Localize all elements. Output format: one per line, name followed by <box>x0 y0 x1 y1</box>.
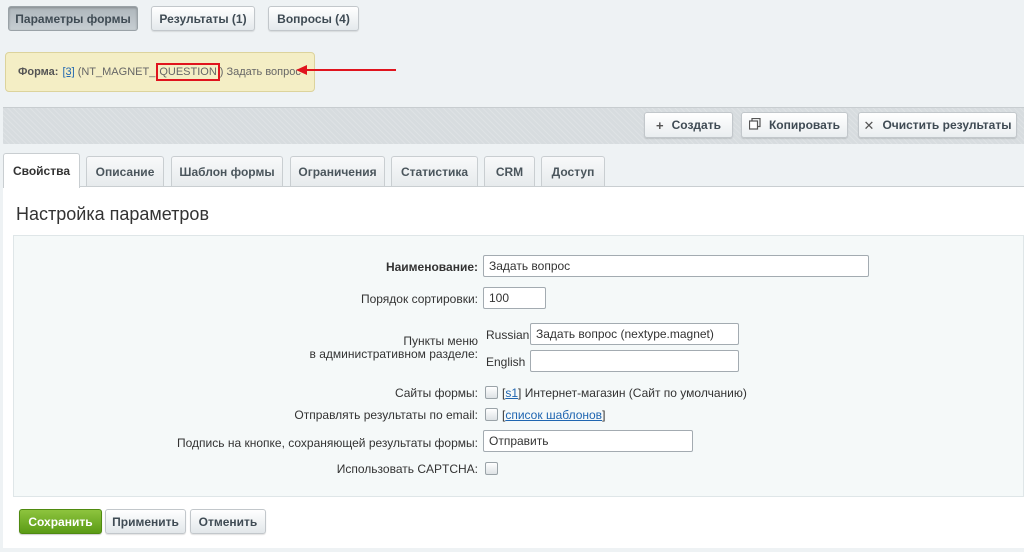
create-label: Создать <box>671 118 721 132</box>
menu-label-line1: Пункты меню <box>403 334 478 348</box>
sort-label: Порядок сортировки: <box>360 292 478 306</box>
copy-button[interactable]: Копировать <box>741 112 848 138</box>
tab-questions[interactable]: Вопросы (4) <box>268 6 359 31</box>
copy-label: Копировать <box>768 118 841 132</box>
menu-english-input[interactable] <box>530 350 739 372</box>
sort-input[interactable]: 100 <box>483 287 546 309</box>
sites-label: Сайты формы: <box>394 386 478 400</box>
tab-statistics[interactable]: Статистика <box>391 156 478 187</box>
lang-english-label: English <box>486 355 526 369</box>
name-input[interactable]: Задать вопрос <box>483 255 869 277</box>
tab-form-template[interactable]: Шаблон формы <box>171 156 283 187</box>
button-caption-label: Подпись на кнопке, сохраняющей результат… <box>177 436 478 450</box>
email-checkbox[interactable] <box>485 408 498 421</box>
close-icon: ✕ <box>863 117 875 133</box>
copy-icon <box>748 117 761 132</box>
clear-results-label: Очистить результаты <box>882 118 1012 132</box>
clear-results-button[interactable]: ✕ Очистить результаты <box>858 112 1017 138</box>
form-code-part: (NT_MAGNET_ <box>77 66 156 78</box>
button-caption-input[interactable]: Отправить <box>483 430 693 452</box>
save-button[interactable]: Сохранить <box>19 509 102 534</box>
lang-russian-label: Russian <box>486 328 530 342</box>
tab-access[interactable]: Доступ <box>541 156 605 187</box>
captcha-checkbox[interactable] <box>485 462 498 475</box>
form-area: Наименование: Задать вопрос Порядок сорт… <box>13 235 1024 497</box>
highlighted-code: QUESTION <box>156 63 220 81</box>
menu-russian-input[interactable]: Задать вопрос (nextype.magnet) <box>530 323 739 345</box>
captcha-label: Использовать CAPTCHA: <box>336 462 478 476</box>
section-title: Настройка параметров <box>16 204 210 224</box>
site-link[interactable]: s1 <box>505 386 518 400</box>
apply-button[interactable]: Применить <box>105 509 186 534</box>
form-code-close: ) <box>219 66 224 78</box>
create-button[interactable]: + Создать <box>644 112 733 138</box>
email-label: Отправлять результаты по email: <box>294 408 478 422</box>
tab-crm[interactable]: CRM <box>484 156 535 187</box>
site-name: Интернет-магазин (Сайт по умолчанию) <box>524 386 747 400</box>
red-arrow-icon <box>296 65 396 75</box>
tab-form-params[interactable]: Параметры формы <box>8 6 138 31</box>
tab-description[interactable]: Описание <box>86 156 164 187</box>
tab-restrictions[interactable]: Ограничения <box>290 156 385 187</box>
menu-label-line2: в административном разделе: <box>309 347 478 361</box>
form-info-notice: Форма: [3] (NT_MAGNET_ QUESTION) Задать в… <box>5 52 315 92</box>
tab-properties[interactable]: Свойства <box>3 153 80 188</box>
plus-icon: + <box>656 117 664 133</box>
form-id-link[interactable]: [3] <box>62 66 74 78</box>
templates-link[interactable]: список шаблонов <box>505 408 602 422</box>
tab-results[interactable]: Результаты (1) <box>151 6 255 31</box>
name-label: Наименование: <box>385 260 478 274</box>
site-checkbox[interactable] <box>485 386 498 399</box>
email-templates: [список шаблонов] <box>502 408 606 422</box>
form-prefix: Форма: <box>18 66 59 78</box>
cancel-button[interactable]: Отменить <box>190 509 266 534</box>
properties-panel: Настройка параметров Наименование: Задат… <box>3 186 1024 548</box>
form-name: Задать вопрос <box>226 66 301 78</box>
site-entry: [s1] Интернет-магазин (Сайт по умолчанию… <box>502 386 747 400</box>
